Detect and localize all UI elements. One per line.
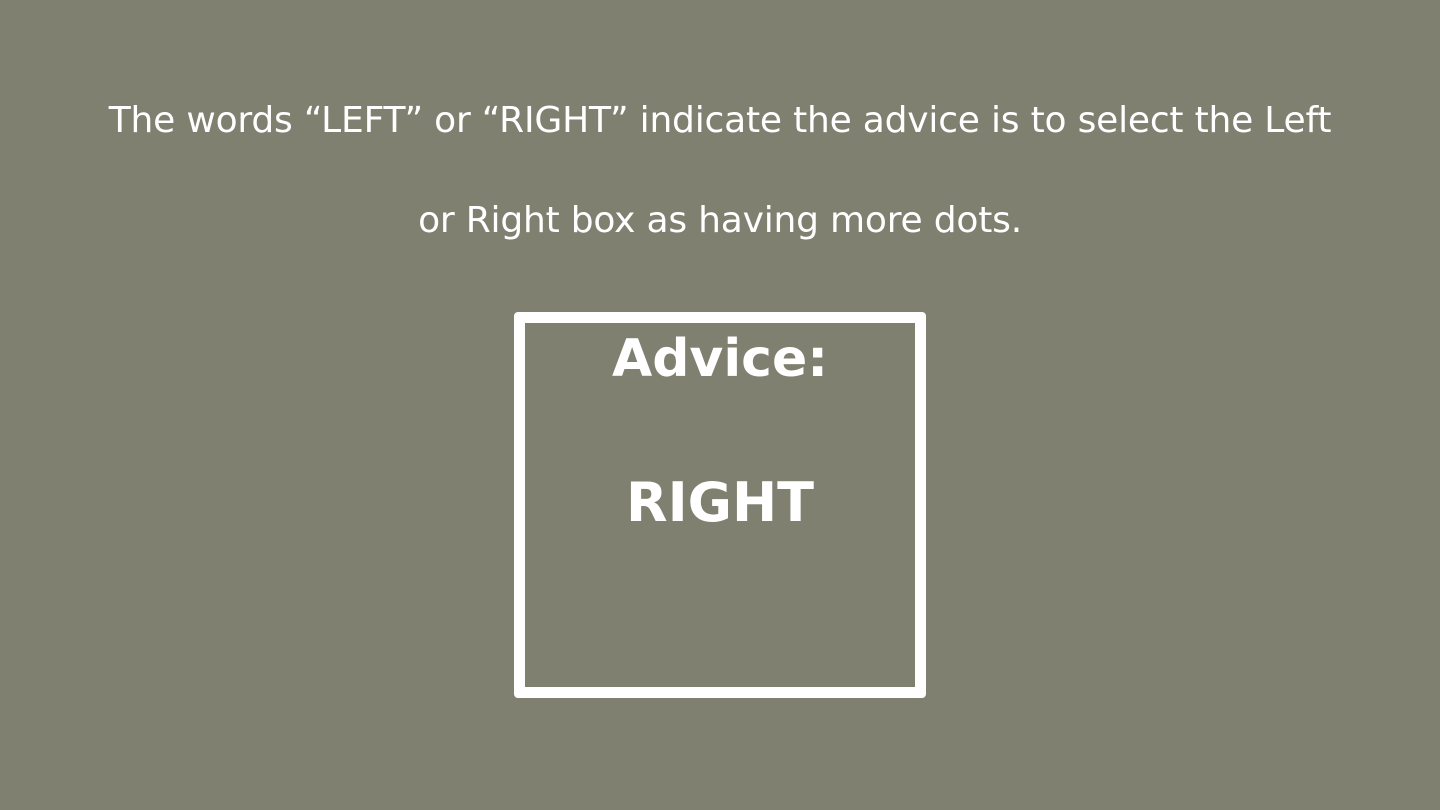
instruction-text-line-2: or Right box as having more dots. [418, 200, 1022, 241]
instruction-slide: The words “LEFT” or “RIGHT” indicate the… [0, 0, 1440, 810]
advice-label: Advice: [611, 329, 829, 389]
advice-value: RIGHT [625, 471, 815, 534]
instruction-text-line-1: The words “LEFT” or “RIGHT” indicate the… [108, 100, 1332, 141]
